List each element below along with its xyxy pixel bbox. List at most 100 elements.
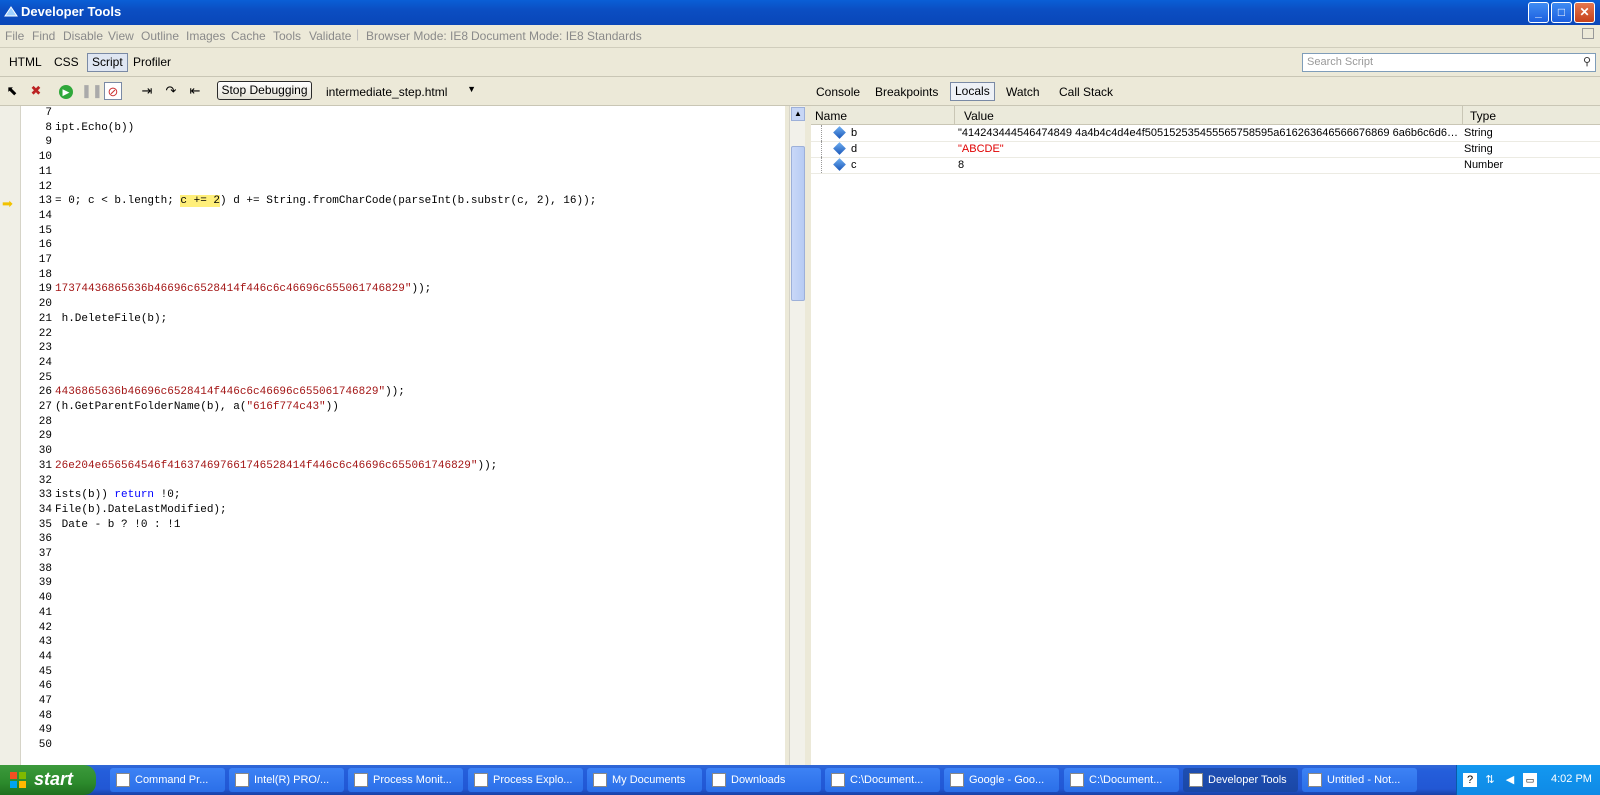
code-line[interactable]: 11 [20, 165, 785, 180]
code-line[interactable]: 28 [20, 415, 785, 430]
scroll-thumb[interactable] [791, 146, 805, 301]
local-value[interactable]: "ABCDE" [958, 141, 1463, 157]
scroll-up-icon[interactable]: ▲ [791, 107, 805, 121]
clear-browser-icon[interactable]: ✖ [27, 82, 45, 100]
code-line[interactable]: 39 [20, 576, 785, 591]
code-line[interactable]: 13 = 0; c < b.length; c += 2) d += String… [20, 194, 785, 209]
code-line[interactable]: 17 [20, 253, 785, 268]
code-line[interactable]: 46 [20, 679, 785, 694]
code-line[interactable]: 25 [20, 371, 785, 386]
taskbar-button[interactable]: Command Pr... [110, 768, 225, 792]
column-type[interactable]: Type [1470, 109, 1496, 123]
close-button[interactable]: ✕ [1574, 2, 1595, 23]
code-line[interactable]: 22 [20, 327, 785, 342]
code-line[interactable]: 8 ipt.Echo(b)) [20, 121, 785, 136]
step-over-icon[interactable]: ↷ [162, 82, 180, 100]
step-out-icon[interactable]: ⇤ [186, 82, 204, 100]
start-button[interactable]: start [0, 765, 96, 795]
taskbar-button[interactable]: C:\Document... [825, 768, 940, 792]
taskbar-button[interactable]: Process Explo... [468, 768, 583, 792]
code-line[interactable]: 41 [20, 606, 785, 621]
menu-find[interactable]: Find [32, 29, 55, 43]
code-line[interactable]: 18 [20, 268, 785, 283]
menu-file[interactable]: File [5, 29, 24, 43]
code-line[interactable]: 36 [20, 532, 785, 547]
code-line[interactable]: 48 [20, 709, 785, 724]
code-line[interactable]: 49 [20, 723, 785, 738]
code-line[interactable]: 31 26e204e656564546f416374697661746528414… [20, 459, 785, 474]
stop-debugging-button[interactable]: Stop Debugging [217, 81, 312, 100]
menu-tools[interactable]: Tools [273, 29, 301, 43]
code-line[interactable]: 12 [20, 180, 785, 195]
taskbar-button[interactable]: Google - Goo... [944, 768, 1059, 792]
tab-locals[interactable]: Locals [950, 82, 995, 101]
code-line[interactable]: 44 [20, 650, 785, 665]
code-line[interactable]: 29 [20, 429, 785, 444]
title-bar[interactable]: Developer Tools _ □ ✕ [0, 0, 1600, 25]
code-line[interactable]: 40 [20, 591, 785, 606]
network-tray-icon[interactable]: ⇅ [1483, 773, 1497, 787]
code-line[interactable]: 21 h.DeleteFile(b); [20, 312, 785, 327]
document-mode-menu[interactable]: Document Mode: IE8 Standards [471, 29, 642, 43]
tab-script[interactable]: Script [87, 53, 128, 72]
step-into-icon[interactable]: ⇥ [138, 82, 156, 100]
code-line[interactable]: 14 [20, 209, 785, 224]
menu-view[interactable]: View [108, 29, 134, 43]
break-all-icon[interactable]: ❚❚ [81, 82, 103, 100]
menu-images[interactable]: Images [186, 29, 225, 43]
search-script-input[interactable]: Search Script ⚲ [1302, 53, 1596, 72]
code-line[interactable]: 26 4436865636b46696c6528414f446c6c46696c6… [20, 385, 785, 400]
tab-call-stack[interactable]: Call Stack [1055, 84, 1117, 101]
taskbar-button[interactable]: Developer Tools [1183, 768, 1298, 792]
column-name[interactable]: Name [815, 109, 847, 123]
code-line[interactable]: 24 [20, 356, 785, 371]
code-line[interactable]: 20 [20, 297, 785, 312]
tab-profiler[interactable]: Profiler [129, 54, 175, 71]
taskbar-button[interactable]: C:\Document... [1064, 768, 1179, 792]
volume-icon[interactable]: ▭ [1523, 773, 1537, 787]
column-value[interactable]: Value [964, 109, 994, 123]
break-on-error-icon[interactable]: ⊘ [104, 82, 122, 100]
restore-panel-icon[interactable] [1582, 28, 1594, 39]
code-line[interactable]: 19 17374436865636b46696c6528414f446c6c466… [20, 282, 785, 297]
tab-css[interactable]: CSS [50, 54, 83, 71]
code-line[interactable]: 16 [20, 238, 785, 253]
code-line[interactable]: 43 [20, 635, 785, 650]
code-line[interactable]: 7 [20, 106, 785, 121]
script-file-select[interactable]: intermediate_step.html ▼ [326, 84, 476, 99]
minimize-button[interactable]: _ [1528, 2, 1549, 23]
code-line[interactable]: 10 [20, 150, 785, 165]
taskbar-button[interactable]: Intel(R) PRO/... [229, 768, 344, 792]
back-arrow-icon[interactable]: ◀ [1503, 773, 1517, 787]
code-line[interactable]: 37 [20, 547, 785, 562]
taskbar-button[interactable]: Process Monit... [348, 768, 463, 792]
tab-breakpoints[interactable]: Breakpoints [871, 84, 942, 101]
help-icon[interactable]: ? [1463, 773, 1477, 787]
maximize-button[interactable]: □ [1551, 2, 1572, 23]
code-line[interactable]: 38 [20, 562, 785, 577]
code-line[interactable]: 9 [20, 135, 785, 150]
chevron-down-icon[interactable]: ▼ [467, 84, 476, 94]
locals-row[interactable]: c 8 Number [811, 157, 1600, 174]
locals-row[interactable]: b "414243444546474849 4a4b4c4d4e4f5051525… [811, 125, 1600, 142]
menu-disable[interactable]: Disable [63, 29, 103, 43]
code-line[interactable]: 34 File(b).DateLastModified); [20, 503, 785, 518]
code-line[interactable]: 27 (h.GetParentFolderName(b), a("616f774c… [20, 400, 785, 415]
menu-cache[interactable]: Cache [231, 29, 266, 43]
browser-mode-menu[interactable]: Browser Mode: IE8 [366, 29, 468, 43]
code-line[interactable]: 35 Date - b ? !0 : !1 [20, 518, 785, 533]
code-line[interactable]: 42 [20, 621, 785, 636]
taskbar-button[interactable]: Untitled - Not... [1302, 768, 1417, 792]
code-line[interactable]: 47 [20, 694, 785, 709]
taskbar-button[interactable]: My Documents [587, 768, 702, 792]
tab-html[interactable]: HTML [5, 54, 46, 71]
code-line[interactable]: 15 [20, 224, 785, 239]
local-value[interactable]: 8 [958, 157, 1463, 173]
code-line[interactable]: 50 [20, 738, 785, 753]
menu-validate[interactable]: Validate [309, 29, 351, 43]
code-line[interactable]: 33 ists(b)) return !0; [20, 488, 785, 503]
script-source-pane[interactable]: ➡ 7 8 ipt.Echo(b)) 9 10 11 12 13 = 0; c < b.leng… [0, 106, 785, 765]
code-line[interactable]: 45 [20, 665, 785, 680]
local-value[interactable]: "414243444546474849 4a4b4c4d4e4f50515253… [958, 125, 1463, 141]
code-line[interactable]: 23 [20, 341, 785, 356]
